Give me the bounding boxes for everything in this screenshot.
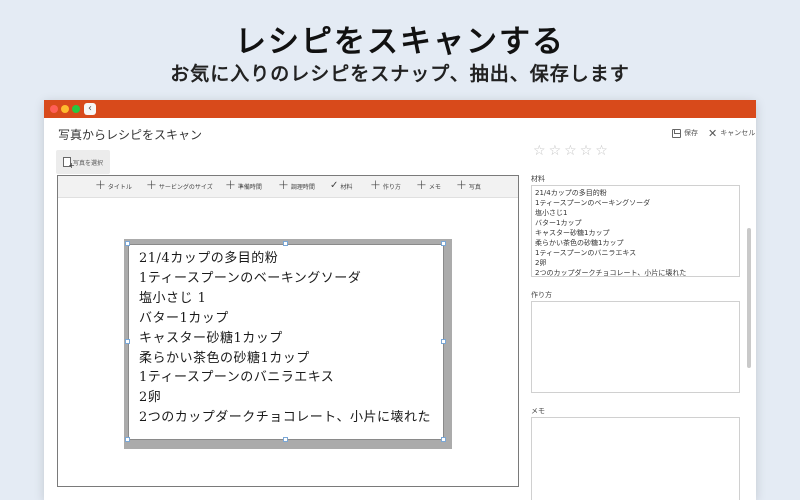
- star-rating: ☆ ☆ ☆ ☆ ☆: [533, 144, 608, 158]
- star-icon[interactable]: ☆: [564, 144, 577, 158]
- scrollbar[interactable]: [747, 228, 751, 368]
- instructions-field[interactable]: [531, 301, 740, 393]
- tag-button[interactable]: ✓ 材料: [330, 181, 352, 191]
- notes-field[interactable]: [531, 417, 740, 500]
- selection-handle[interactable]: [283, 437, 288, 442]
- tag-button-label: 調理時間: [290, 183, 315, 191]
- ingredient-line: 柔らかい茶色の砂糖1カップ: [535, 239, 624, 247]
- tag-button[interactable]: + サービングのサイズ: [146, 178, 213, 193]
- select-photo-button[interactable]: 写真を選択: [56, 150, 110, 174]
- page-title: 写真からレシピをスキャン: [58, 128, 203, 142]
- ingredient-line: 1ティースプーンのバニラエキス: [535, 249, 637, 257]
- plus-icon: +: [370, 178, 381, 193]
- tag-button[interactable]: + メモ: [416, 178, 441, 193]
- hero-subtitle: お気に入りのレシピをスナップ、抽出、保存します: [170, 63, 630, 85]
- close-icon: ✕: [708, 126, 718, 140]
- photo-text-line: バター1カップ: [139, 310, 229, 326]
- save-button[interactable]: 保存: [672, 128, 698, 138]
- photo-text-line: 柔らかい茶色の砂糖1カップ: [139, 350, 310, 366]
- tag-button-label: 材料: [340, 183, 353, 191]
- selection-handle[interactable]: [441, 437, 446, 442]
- photo-text-line: 塩小さじ 1: [139, 290, 207, 306]
- plus-icon: +: [416, 178, 427, 193]
- photo-text-line: 1ティースプーンのベーキングソーダ: [139, 270, 362, 286]
- ingredient-line: バター1カップ: [535, 219, 582, 227]
- star-icon[interactable]: ☆: [533, 144, 546, 158]
- photo-text-line: 2卵: [139, 390, 162, 406]
- checkmark-icon: ✓: [330, 180, 339, 191]
- tag-button[interactable]: + 写真: [456, 178, 481, 193]
- tag-toolbar: + タイトル + サービングのサイズ + 準備時間 + 調理時間 ✓ 材料 + 作り方 + メモ + 写真: [58, 176, 518, 198]
- title-bar: ‹: [44, 100, 756, 118]
- tag-button[interactable]: + 調理時間: [278, 178, 315, 193]
- plus-icon: +: [225, 178, 236, 193]
- notes-label: メモ: [531, 407, 545, 415]
- ingredient-line: 2つのカップダークチョコレート、小片に壊れた: [535, 269, 687, 277]
- cancel-button[interactable]: ✕ キャンセル: [708, 126, 756, 140]
- star-icon[interactable]: ☆: [549, 144, 562, 158]
- app-window: ‹ 写真からレシピをスキャン 保存 ✕ キャンセル 写真を選択 ☆☆☆☆☆ +タ…: [44, 100, 756, 500]
- tag-button-label: 作り方: [382, 183, 401, 191]
- photo-text-line: キャスター砂糖1カップ: [139, 330, 283, 346]
- plus-icon: +: [95, 178, 106, 193]
- selection-handle[interactable]: [125, 437, 130, 442]
- tag-button-label: サービングのサイズ: [158, 183, 213, 191]
- scan-canvas: + タイトル + サービングのサイズ + 準備時間 + 調理時間 ✓ 材料 + 作り方 + メモ + 写真 2…: [57, 175, 519, 487]
- photo-text-line: 2つのカップダークチョコレート、小片に壊れた: [139, 410, 432, 426]
- ingredient-line: 1ティースプーンのベーキングソーダ: [535, 199, 651, 207]
- selection-handle[interactable]: [125, 339, 130, 344]
- ingredient-line: 21/4カップの多目的粉: [535, 189, 607, 197]
- chevron-left-icon[interactable]: ‹: [84, 103, 96, 115]
- plus-icon: +: [146, 178, 157, 193]
- plus-icon: +: [456, 178, 467, 193]
- tag-button[interactable]: + 作り方: [370, 178, 401, 193]
- tag-button-label: タイトル: [107, 183, 132, 191]
- selection-handle[interactable]: [283, 241, 288, 246]
- ingredient-line: キャスター砂糖1カップ: [535, 229, 610, 237]
- hero-title: レシピをスキャンする: [235, 24, 565, 60]
- tag-button-label: 準備時間: [237, 183, 262, 191]
- ingredients-field[interactable]: 21/4カップの多目的粉 1ティースプーンのベーキングソーダ 塩小さじ1 バター1カッ…: [531, 185, 740, 277]
- zoom-window-button[interactable]: [72, 105, 80, 113]
- photo-text-line: 1ティースプーンのバニラエキス: [139, 370, 335, 386]
- ingredients-label: 材料: [531, 175, 545, 183]
- ingredient-line: 塩小さじ1: [535, 209, 568, 217]
- tag-button[interactable]: + タイトル: [95, 178, 132, 193]
- tag-button-label: メモ: [428, 183, 441, 191]
- plus-icon: +: [278, 178, 289, 193]
- tag-button-label: 写真: [468, 183, 481, 191]
- close-window-button[interactable]: [50, 105, 58, 113]
- star-icon[interactable]: ☆: [580, 144, 593, 158]
- save-label: 保存: [684, 129, 698, 137]
- recipe-photo-text[interactable]: 21/4カップの多目的粉 1ティースプーンのベーキングソーダ 塩小さじ 1 バター1カ…: [128, 244, 444, 440]
- minimize-window-button[interactable]: [61, 105, 69, 113]
- save-icon: [672, 128, 681, 138]
- cancel-label: キャンセル: [720, 129, 756, 137]
- tag-button[interactable]: + 準備時間: [225, 178, 262, 193]
- selection-handle[interactable]: [441, 339, 446, 344]
- instructions-label: 作り方: [531, 291, 552, 299]
- select-photo-label: 写真を選択: [72, 159, 103, 167]
- ingredient-line: 2卵: [535, 259, 547, 267]
- selection-handle[interactable]: [125, 241, 130, 246]
- add-document-icon: [62, 157, 75, 170]
- star-icon[interactable]: ☆: [595, 144, 608, 158]
- selection-handle[interactable]: [441, 241, 446, 246]
- photo-text-line: 21/4カップの多目的粉: [139, 251, 279, 266]
